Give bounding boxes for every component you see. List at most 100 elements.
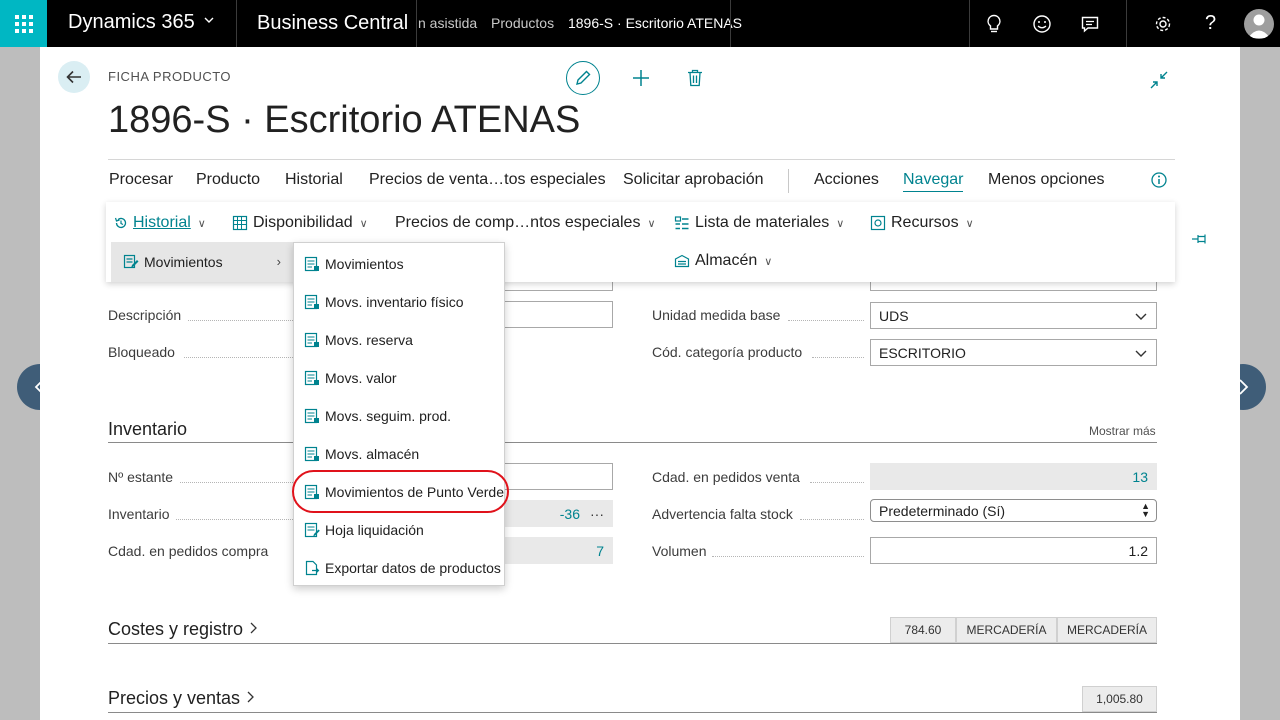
divider [788,169,789,193]
menu-item-movs-seguim-prod[interactable]: Movs. seguim. prod. [294,397,504,435]
new-button[interactable] [626,63,656,93]
divider [416,0,417,47]
summary-tag: 1,005.80 [1082,686,1157,712]
ribbon-precios-compra[interactable]: Precios de comp…ntos especiales ∨ [395,214,656,232]
submenu-movimientos[interactable]: Movimientos › [111,242,293,282]
tab-producto[interactable]: Producto [196,171,260,189]
menu-item-movs-inventario-fisico[interactable]: Movs. inventario físico [294,283,504,321]
unidad-medida-select[interactable]: UDS [870,302,1157,329]
menu-item-exportar-datos[interactable]: Exportar datos de productos [294,549,504,587]
chevron-down-icon: ∨ [197,217,206,230]
edit-button[interactable] [566,61,600,95]
delete-button[interactable] [680,63,710,93]
precios-section-title[interactable]: Precios y ventas [108,688,255,709]
pedidos-venta-label: Cdad. en pedidos venta [652,469,800,485]
tab-historial[interactable]: Historial [285,171,343,189]
pin-icon[interactable] [1191,232,1209,246]
show-more-link[interactable]: Mostrar más [1089,424,1156,438]
tab-menos-opciones[interactable]: Menos opciones [988,171,1105,189]
advertencia-stock-select[interactable]: Predeterminado (Sí) ▲ ▼ [870,499,1157,522]
dotted-leader [184,357,293,358]
export-document-icon [305,560,320,576]
no-estante-label: Nº estante [108,469,174,485]
ledger-icon [304,294,319,310]
chevron-down-icon[interactable] [203,14,215,29]
ribbon-recursos[interactable]: Recursos ∨ [870,214,974,232]
breadcrumb-current: 1896-S · Escritorio ATENAS [567,15,743,31]
chevron-right-icon: › [276,254,281,269]
brand-name[interactable]: Dynamics 365 [68,11,195,34]
tab-precios-venta[interactable]: Precios de venta…tos especiales [369,171,606,189]
stepper-icon: ▲ ▼ [1141,501,1150,519]
descripcion-input[interactable] [500,301,613,328]
chevron-right-icon [247,691,254,703]
menu-item-movs-reserva[interactable]: Movs. reserva [294,321,504,359]
info-icon[interactable] [1150,171,1168,189]
more-options-icon[interactable]: ··· [590,506,604,522]
ledger-icon [304,408,319,424]
menu-item-movimientos[interactable]: Movimientos [294,245,504,283]
grid-icon [232,215,248,231]
pedidos-compra-value[interactable]: 7 [500,537,613,564]
dotted-leader [180,482,293,483]
menu-item-movimientos-punto-verde[interactable]: Movimientos de Punto Verde [294,473,504,511]
tab-navegar[interactable]: Navegar [903,171,964,192]
ribbon-recursos-label: Recursos [891,214,959,231]
ribbon-disponibilidad[interactable]: Disponibilidad ∨ [232,214,368,232]
pedidos-venta-value[interactable]: 13 [870,463,1157,490]
page-title: 1896-S · Escritorio ATENAS [108,99,581,141]
ribbon-disponibilidad-label: Disponibilidad [253,214,353,231]
chevron-down-icon: ∨ [836,217,845,230]
dotted-leader [788,320,864,321]
ribbon-historial[interactable]: Historial ∨ [114,214,206,232]
back-button[interactable] [58,61,90,93]
tab-procesar[interactable]: Procesar [109,171,173,189]
app-name[interactable]: Business Central [257,12,408,35]
lightbulb-icon[interactable] [970,0,1017,47]
summary-tag: MERCADERÍA [956,617,1057,643]
no-estante-input[interactable] [500,463,613,490]
inventario-section-title[interactable]: Inventario [108,419,187,440]
resources-icon [870,215,886,231]
collapse-button[interactable] [1146,67,1172,93]
costes-section-title[interactable]: Costes y registro [108,619,258,640]
precios-title-text: Precios y ventas [108,688,241,708]
ledger-icon [304,484,319,500]
menu-item-label: Movs. seguim. prod. [325,408,452,424]
breadcrumb-item[interactable]: n asistida [418,15,477,31]
chevron-down-icon: ∨ [764,255,773,268]
ledger-edit-icon [123,254,139,269]
menu-item-label: Hoja liquidación [325,522,424,538]
ribbon-almacen[interactable]: Almacén ∨ [674,252,772,270]
trash-icon [688,69,702,87]
advertencia-stock-label: Advertencia falta stock [652,506,793,522]
avatar[interactable] [1235,0,1280,47]
tab-solicitar-aprobacion[interactable]: Solicitar aprobación [623,171,764,189]
section-divider [108,643,1157,644]
menu-item-movs-valor[interactable]: Movs. valor [294,359,504,397]
avatar-icon [1243,8,1274,39]
categoria-producto-value: ESCRITORIO [879,344,966,361]
app-launcher-button[interactable] [0,0,47,47]
descripcion-label: Descripción [108,307,182,323]
breadcrumb-item[interactable]: Productos [491,15,554,31]
costes-title-text: Costes y registro [108,619,244,639]
volumen-input[interactable]: 1.2 [870,537,1157,564]
categoria-producto-label: Cód. categoría producto [652,344,803,360]
inventario-value[interactable]: -36 ··· [500,500,613,527]
menu-item-hoja-liquidacion[interactable]: Hoja liquidación [294,511,504,549]
collapse-icon [1150,71,1168,89]
gear-icon[interactable] [1139,0,1186,47]
divider [108,159,1175,160]
smiley-icon[interactable] [1018,0,1065,47]
chat-icon[interactable] [1066,0,1113,47]
dotted-leader [812,357,864,358]
tab-acciones[interactable]: Acciones [814,171,879,189]
ribbon-lista-materiales[interactable]: Lista de materiales ∨ [674,214,844,232]
pedidos-compra-label: Cdad. en pedidos compra [108,543,269,559]
menu-item-label: Movs. reserva [325,332,413,348]
menu-item-movs-almacen[interactable]: Movs. almacén [294,435,504,473]
help-icon[interactable]: ? [1187,0,1234,47]
section-divider [108,442,1157,443]
categoria-producto-select[interactable]: ESCRITORIO [870,339,1157,366]
